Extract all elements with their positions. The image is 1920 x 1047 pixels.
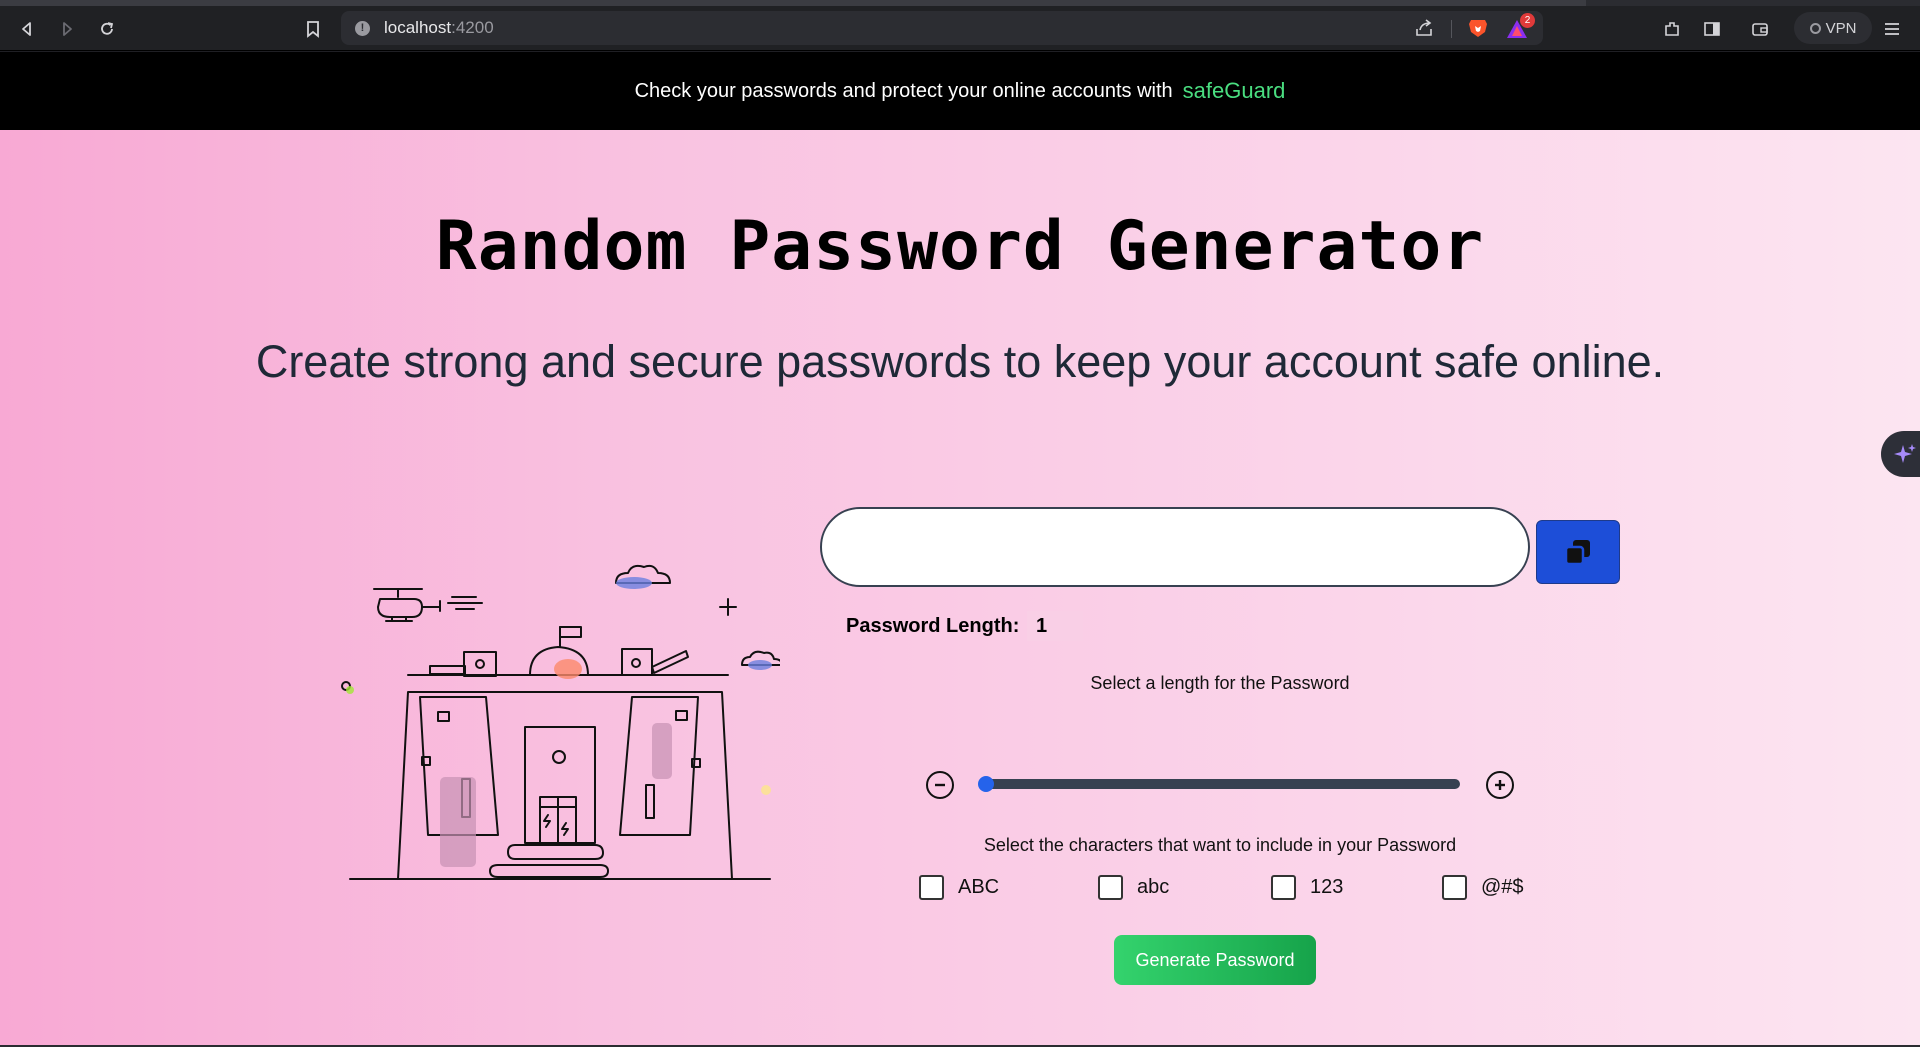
sidebar-icon[interactable] — [1697, 14, 1727, 44]
lowercase-checkbox[interactable] — [1098, 875, 1123, 900]
copy-button[interactable] — [1536, 520, 1620, 584]
bookmark-icon[interactable] — [298, 14, 328, 44]
extensions-icon[interactable] — [1657, 14, 1687, 44]
password-output-field[interactable] — [820, 507, 1530, 587]
site-info-icon[interactable]: ! — [355, 21, 370, 36]
top-banner: Check your passwords and protect your on… — [0, 52, 1920, 130]
lowercase-label: abc — [1137, 876, 1170, 898]
uppercase-label: ABC — [958, 876, 1000, 898]
symbols-label: @#$ — [1481, 876, 1524, 898]
brave-shields-icon[interactable] — [1467, 17, 1489, 39]
url-text[interactable]: localhost:4200 — [384, 18, 494, 38]
share-icon[interactable] — [1413, 17, 1437, 39]
reload-icon[interactable] — [92, 14, 122, 44]
symbols-checkbox[interactable] — [1442, 875, 1467, 900]
page-subtitle: Create strong and secure passwords to ke… — [255, 336, 1665, 387]
back-icon[interactable] — [12, 14, 42, 44]
browser-toolbar: ! localhost:4200 2 VPN — [0, 6, 1920, 51]
sparkle-icon[interactable] — [1881, 431, 1920, 477]
banner-text: Check your passwords and protect your on… — [634, 79, 1173, 102]
brand-link[interactable]: safeGuard — [1183, 78, 1286, 104]
vpn-icon — [1809, 22, 1821, 34]
vpn-button[interactable]: VPN — [1794, 12, 1872, 44]
generate-password-button[interactable]: Generate Password — [1114, 935, 1316, 985]
slider-thumb[interactable] — [978, 776, 994, 792]
numbers-label: 123 — [1310, 876, 1344, 898]
option-symbols[interactable]: @#$ — [1442, 875, 1524, 900]
plus-circle-icon[interactable] — [1486, 771, 1514, 799]
forward-icon[interactable] — [52, 14, 82, 44]
wallet-icon[interactable] — [1745, 14, 1775, 44]
castle-illustration — [341, 564, 780, 880]
page-content: Check your passwords and protect your on… — [0, 52, 1920, 1045]
menu-icon[interactable] — [1877, 14, 1907, 44]
uppercase-checkbox[interactable] — [919, 875, 944, 900]
address-bar[interactable]: ! localhost:4200 2 — [341, 11, 1543, 45]
vpn-label: VPN — [1825, 19, 1857, 37]
numbers-checkbox[interactable] — [1271, 875, 1296, 900]
option-lowercase[interactable]: abc — [1098, 875, 1169, 900]
copy-icon — [1564, 540, 1590, 566]
notification-badge: 2 — [1520, 13, 1535, 28]
address-divider — [1451, 20, 1452, 38]
password-length-label: Password Length: — [846, 615, 1020, 637]
option-uppercase[interactable]: ABC — [919, 875, 999, 900]
password-length-value: 1 — [1027, 611, 1083, 641]
length-slider[interactable] — [978, 776, 1460, 792]
page-title: Random Password Generator — [435, 207, 1485, 286]
select-length-text: Select a length for the Password — [1090, 673, 1350, 693]
select-characters-text: Select the characters that want to inclu… — [983, 835, 1457, 855]
option-numbers[interactable]: 123 — [1271, 875, 1343, 900]
minus-circle-icon[interactable] — [926, 771, 954, 799]
